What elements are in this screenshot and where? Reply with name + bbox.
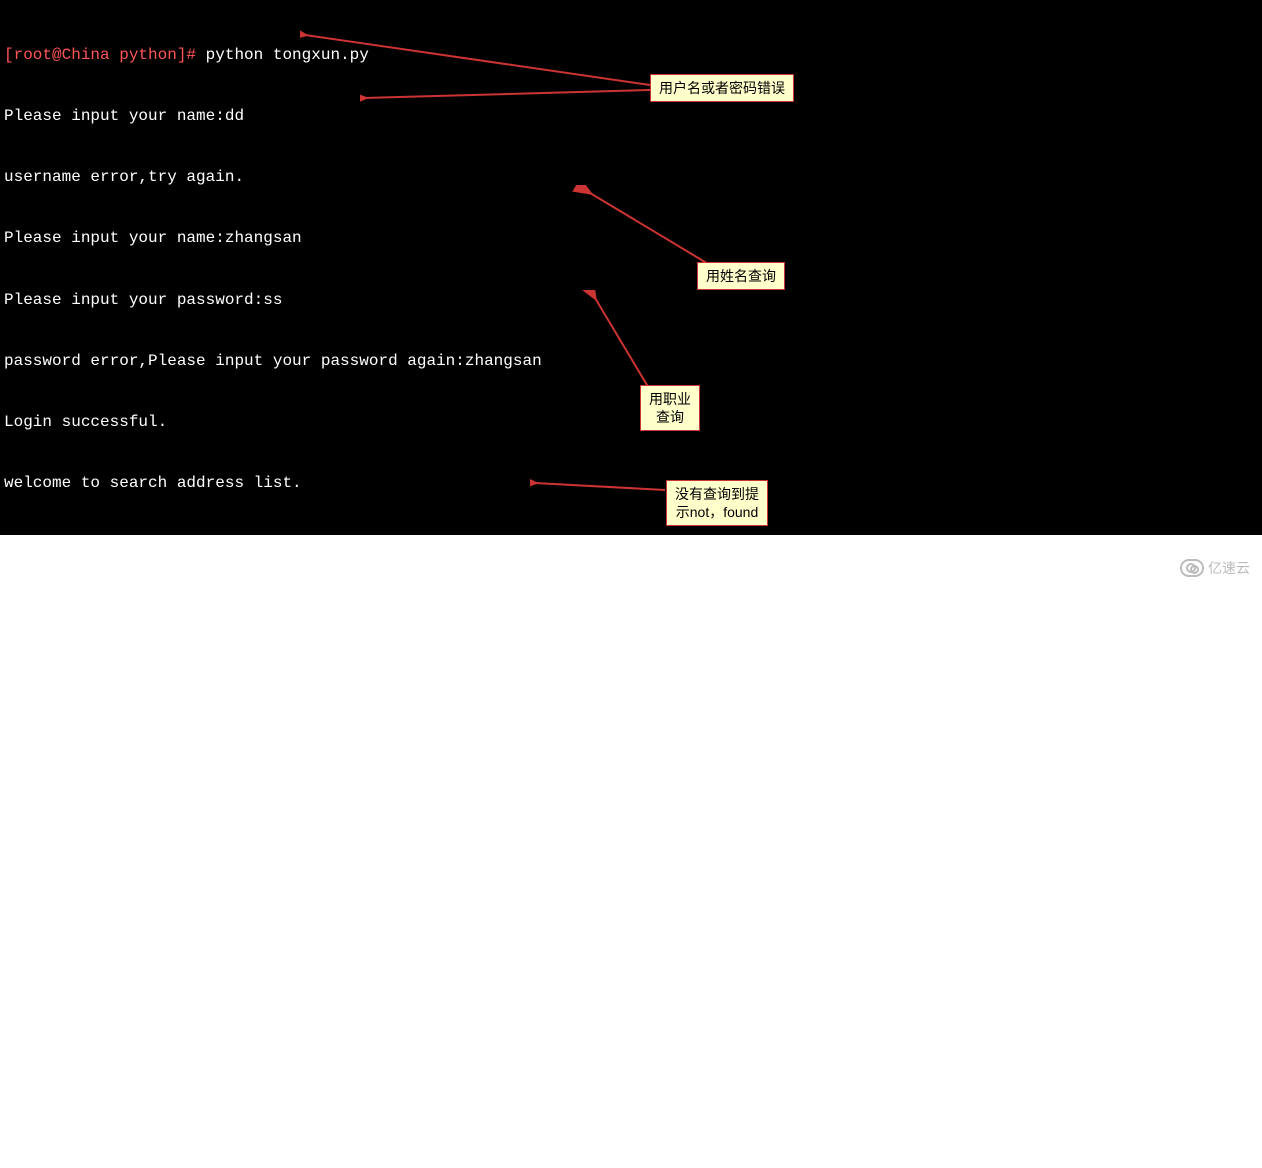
terminal-line: 2 liu student 13452323232 <box>4 963 1258 983</box>
terminal-line: please input name whom you want to searc… <box>4 535 1258 555</box>
terminal-line: Congratulations: <box>4 861 1258 881</box>
watermark-text: 亿速云 <box>1208 558 1250 578</box>
terminal-line: Please input your password:ss <box>4 290 1258 310</box>
annotation-occupation-search: 用职业 查询 <box>640 385 700 431</box>
terminal-line: Please input your name:dd <box>4 106 1258 126</box>
command: python tongxun.py <box>206 46 369 64</box>
terminal-line: 3 duwe student 1234567890 <box>4 1167 1258 1168</box>
annotation-name-search: 用姓名查询 <box>697 262 785 290</box>
terminal-line: [root@China python]# python tongxun.py <box>4 45 1258 65</box>
annotation-credential-error: 用户名或者密码错误 <box>650 74 794 102</box>
watermark: 亿速云 <box>1180 558 1250 578</box>
terminal-line: please input name whom you want to searc… <box>4 800 1258 820</box>
terminal-line: Login successful. <box>4 412 1258 432</box>
terminal-line: 2 liu student 13452323232 <box>4 698 1258 718</box>
annotation-not-found: 没有查询到提 示not，found <box>666 480 768 526</box>
terminal-line: welcome to search address list. <box>4 473 1258 493</box>
terminal-window[interactable]: [root@China python]# python tongxun.py P… <box>0 0 1262 535</box>
terminal-line: Please input your name:zhangsan <box>4 228 1258 248</box>
prompt: [root@China python]# <box>4 46 206 64</box>
cloud-icon <box>1180 559 1204 577</box>
terminal-line: password error,Please input your passwor… <box>4 351 1258 371</box>
terminal-line: Congratulations: <box>4 596 1258 616</box>
terminal-line: Congratulations: <box>4 1065 1258 1085</box>
terminal-line: username error,try again. <box>4 167 1258 187</box>
